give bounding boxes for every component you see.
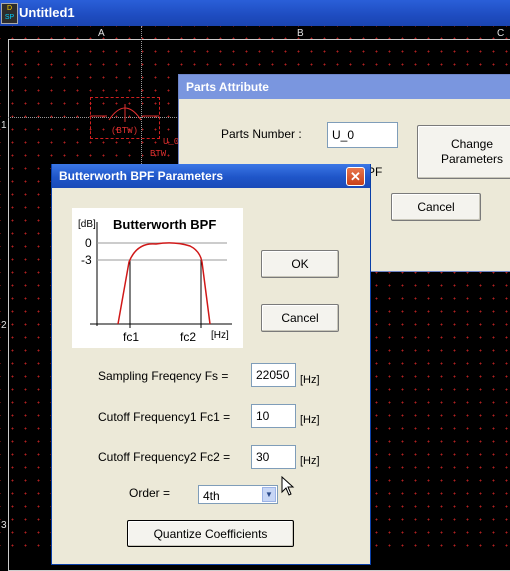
diagram-tick-fc1: fc1 (123, 330, 140, 344)
chevron-down-icon[interactable]: ▼ (262, 487, 276, 502)
diagram-tick-0db: 0 (85, 236, 92, 250)
parts-attribute-title: Parts Attribute (186, 80, 269, 94)
sampling-frequency-input[interactable] (251, 363, 296, 387)
cutoff1-label: Cutoff Frequency1 Fc1 = (98, 410, 231, 424)
diagram-heading: Butterworth BPF (113, 217, 217, 232)
main-titlebar: D SP Untitled1 (0, 0, 510, 26)
bpf-dialog-title: Butterworth BPF Parameters (59, 169, 224, 183)
close-icon[interactable]: ✕ (346, 167, 365, 186)
row-label-3: 3 (1, 520, 7, 531)
column-label-a: A (98, 28, 105, 39)
component-symbol-text: (BTW) (111, 126, 139, 136)
ok-label: OK (291, 257, 309, 271)
cutoff1-input[interactable] (251, 404, 296, 428)
order-label: Order = (129, 486, 171, 500)
dsp-app-icon[interactable]: D SP (1, 3, 18, 24)
diagram-db-unit: [dB] (78, 219, 96, 230)
cutoff2-label: Cutoff Frequency2 Fc2 = (98, 450, 231, 464)
row-label-2: 2 (1, 320, 7, 331)
diagram-tick-fc2: fc2 (180, 330, 197, 344)
change-parameters-label: Change Parameters (440, 137, 504, 166)
sampling-frequency-unit: [Hz] (300, 374, 320, 386)
bpf-component-symbol[interactable]: (BTW) (90, 97, 160, 139)
crosshair-vertical (141, 26, 142, 166)
mouse-cursor-icon (281, 476, 295, 496)
cutoff2-input[interactable] (251, 445, 296, 469)
parts-number-input[interactable] (327, 122, 398, 148)
column-label-c: C (497, 28, 505, 39)
bpf-response-diagram: [dB] Butterworth BPF 0 -3 fc1 fc2 [Hz] (72, 208, 243, 348)
app-icon-line2: SP (4, 14, 15, 21)
window-title: Untitled1 (19, 5, 75, 20)
component-ref: U_0 (163, 137, 180, 147)
parts-number-label: Parts Number : (221, 127, 302, 141)
parts-attribute-cancel-label: Cancel (417, 200, 455, 214)
ok-button[interactable]: OK (261, 250, 339, 278)
cutoff2-unit: [Hz] (300, 455, 320, 467)
order-select[interactable]: 4th ▼ (198, 485, 278, 504)
bpf-cancel-label: Cancel (281, 311, 319, 325)
order-value: 4th (203, 489, 220, 503)
parts-attribute-cancel-button[interactable]: Cancel (391, 193, 481, 221)
diagram-hz-unit: [Hz] (211, 330, 229, 341)
diagram-tick-3db: -3 (81, 253, 92, 267)
column-label-b: B (297, 28, 304, 39)
sampling-frequency-label: Sampling Freqency Fs = (98, 369, 229, 383)
app-icon-line1: D (6, 5, 13, 12)
ruler-divider-top (8, 39, 510, 40)
bpf-dialog-titlebar[interactable]: Butterworth BPF Parameters ✕ (52, 164, 370, 188)
parts-attribute-titlebar[interactable]: Parts Attribute (179, 75, 510, 99)
change-parameters-button[interactable]: Change Parameters (417, 125, 510, 179)
quantize-coefficients-label: Quantize Coefficients (153, 526, 268, 541)
bpf-parameters-dialog: Butterworth BPF Parameters ✕ [dB] Butter… (51, 164, 371, 565)
cutoff1-unit: [Hz] (300, 414, 320, 426)
bpf-cancel-button[interactable]: Cancel (261, 304, 339, 332)
quantize-coefficients-button[interactable]: Quantize Coefficients (127, 520, 294, 547)
row-label-1: 1 (1, 120, 7, 131)
component-type: BTW (150, 149, 167, 159)
